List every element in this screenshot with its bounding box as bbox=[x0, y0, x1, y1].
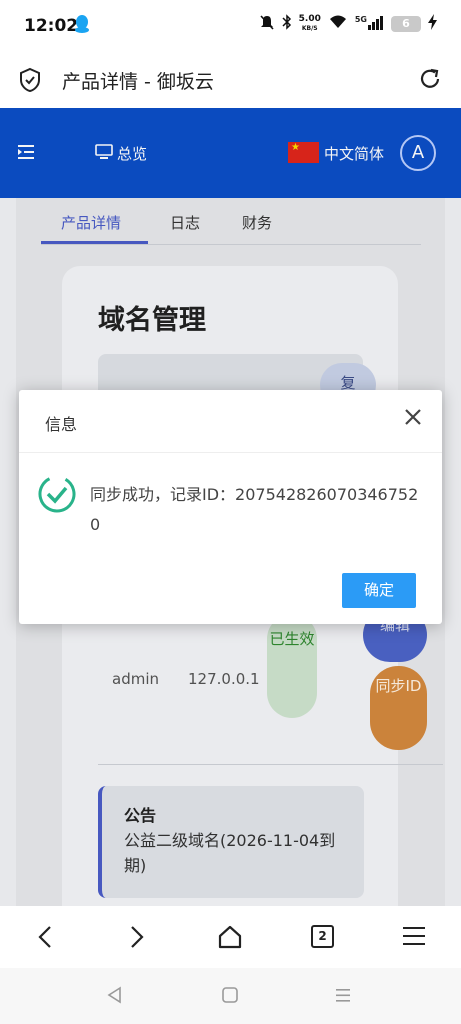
network-speed-unit: KB/S bbox=[301, 25, 318, 32]
status-time: 12:02 bbox=[24, 16, 79, 36]
confirm-button[interactable]: 确定 bbox=[342, 573, 416, 608]
signal-type-label: 5G bbox=[354, 14, 367, 24]
battery-indicator: 6 bbox=[391, 16, 421, 32]
system-back-icon[interactable] bbox=[106, 986, 124, 1008]
forward-icon[interactable] bbox=[128, 924, 146, 954]
network-speed-value: 5.00 bbox=[298, 14, 321, 24]
reload-icon[interactable] bbox=[417, 66, 443, 96]
charging-icon bbox=[428, 14, 437, 34]
browser-address-bar: 产品详情 - 御坂云 bbox=[0, 52, 461, 108]
system-nav-bar bbox=[0, 968, 461, 1024]
status-bar: 12:02 5.00 KB/S 5G 6 bbox=[0, 0, 461, 52]
browser-page-title[interactable]: 产品详情 - 御坂云 bbox=[62, 67, 214, 94]
network-speed: 5.00 KB/S bbox=[299, 15, 321, 33]
dialog-title: 信息 bbox=[45, 415, 78, 434]
system-home-icon[interactable] bbox=[221, 986, 239, 1008]
browser-menu-icon[interactable] bbox=[402, 924, 426, 952]
dialog-separator bbox=[19, 452, 442, 453]
success-check-icon bbox=[37, 474, 77, 518]
browser-bottom-nav: 2 bbox=[0, 906, 461, 968]
dialog-message: 同步成功，记录ID：2075428260703467520 bbox=[90, 485, 419, 534]
close-icon[interactable] bbox=[404, 408, 422, 430]
site-security-shield-icon[interactable] bbox=[18, 67, 42, 97]
tabs-button[interactable]: 2 bbox=[311, 925, 334, 948]
tab-count: 2 bbox=[311, 925, 334, 948]
home-icon[interactable] bbox=[217, 924, 243, 954]
back-icon[interactable] bbox=[36, 924, 54, 954]
bluetooth-icon bbox=[282, 14, 292, 34]
system-recents-icon[interactable] bbox=[335, 986, 351, 1008]
info-dialog: 信息 同步成功，记录ID：2075428260703467520 确定 bbox=[19, 390, 442, 624]
mute-bell-icon bbox=[259, 14, 275, 34]
qq-notification-icon bbox=[74, 14, 90, 38]
wifi-icon bbox=[328, 14, 348, 34]
status-icons: 5.00 KB/S 5G 6 bbox=[259, 14, 437, 34]
cell-signal: 5G bbox=[355, 15, 384, 34]
signal-bars-icon bbox=[368, 15, 384, 34]
